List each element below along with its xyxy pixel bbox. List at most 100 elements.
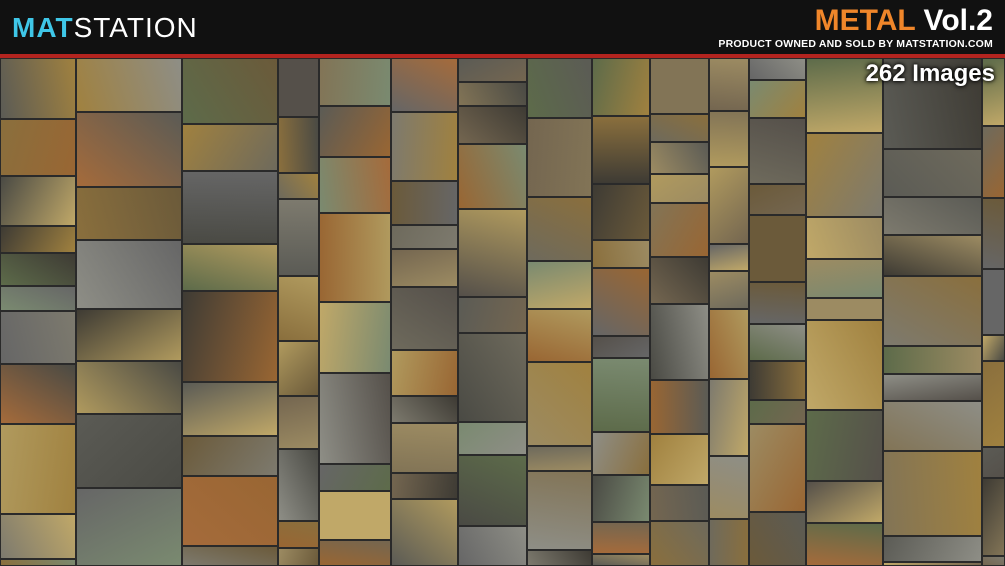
metal-texture-tile — [319, 373, 391, 464]
metal-texture-tile — [709, 111, 749, 167]
metal-texture-tile — [391, 396, 458, 423]
metal-texture-tile — [319, 302, 391, 373]
metal-texture-tile — [592, 184, 650, 240]
metal-texture-tile — [883, 401, 982, 451]
metal-texture-tile — [982, 269, 1005, 335]
metal-texture-tile — [182, 124, 278, 171]
metal-texture-tile — [527, 261, 592, 309]
metal-texture-tile — [391, 287, 458, 350]
metal-texture-tile — [278, 173, 319, 199]
metal-texture-tile — [182, 58, 278, 124]
metal-texture-tile — [182, 171, 278, 244]
metal-texture-tile — [650, 434, 709, 485]
metal-texture-tile — [182, 476, 278, 546]
metal-texture-tile — [650, 380, 709, 434]
metal-texture-tile — [182, 244, 278, 291]
metal-texture-tile — [0, 364, 76, 424]
metal-texture-tile — [650, 304, 709, 380]
title-volume: Vol.2 — [923, 4, 993, 37]
metal-texture-tile — [749, 512, 806, 566]
metal-texture-tile — [883, 374, 982, 401]
metal-texture-tile — [0, 311, 76, 364]
metal-texture-tile — [883, 149, 982, 197]
metal-texture-tile — [806, 217, 883, 259]
metal-texture-tile — [592, 268, 650, 336]
metal-texture-tile — [749, 424, 806, 512]
metal-texture-tile — [709, 167, 749, 244]
product-tagline: PRODUCT OWNED AND SOLD BY MATSTATION.COM — [718, 38, 993, 50]
metal-texture-tile — [458, 526, 527, 566]
metal-texture-tile — [883, 235, 982, 276]
metal-texture-tile — [749, 282, 806, 324]
metal-texture-tile — [709, 519, 749, 566]
metal-texture-tile — [458, 58, 527, 82]
metal-texture-tile — [883, 346, 982, 374]
product-title: METAL Vol.2 — [815, 4, 993, 38]
metal-texture-tile — [806, 298, 883, 320]
metal-texture-tile — [650, 114, 709, 142]
metal-texture-tile — [76, 112, 182, 187]
metal-texture-tile — [391, 225, 458, 249]
metal-texture-tile — [883, 197, 982, 235]
metal-texture-tile — [650, 257, 709, 304]
matstation-logo[interactable]: MATSTATION — [12, 12, 198, 44]
metal-texture-tile — [391, 181, 458, 225]
metal-texture-tile — [0, 226, 76, 253]
metal-texture-tile — [883, 562, 982, 566]
metal-texture-tile — [278, 396, 319, 449]
metal-texture-tile — [76, 309, 182, 361]
metal-texture-tile — [527, 197, 592, 261]
metal-texture-tile — [76, 488, 182, 566]
metal-texture-tile — [749, 215, 806, 282]
metal-texture-tile — [319, 491, 391, 540]
metal-texture-tile — [458, 106, 527, 144]
metal-texture-tile — [592, 58, 650, 116]
metal-texture-tile — [391, 473, 458, 499]
metal-texture-tile — [709, 379, 749, 456]
metal-texture-tile — [391, 350, 458, 396]
metal-texture-tile — [749, 400, 806, 424]
metal-texture-tile — [182, 436, 278, 476]
metal-texture-tile — [650, 174, 709, 203]
metal-texture-tile — [527, 309, 592, 362]
metal-texture-tile — [709, 271, 749, 309]
metal-texture-tile — [806, 481, 883, 523]
metal-texture-tile — [592, 522, 650, 554]
metal-texture-tile — [709, 58, 749, 111]
metal-texture-tile — [982, 447, 1005, 478]
metal-texture-tile — [0, 424, 76, 514]
metal-texture-tile — [650, 142, 709, 174]
metal-texture-tile — [0, 286, 76, 311]
metal-texture-tile — [592, 554, 650, 566]
logo-part-station: STATION — [73, 12, 198, 43]
metal-texture-tile — [982, 478, 1005, 556]
metal-texture-tile — [76, 187, 182, 240]
metal-texture-tile — [650, 521, 709, 566]
metal-texture-tile — [278, 276, 319, 341]
metal-texture-tile — [527, 58, 592, 118]
metal-texture-tile — [391, 58, 458, 112]
metal-texture-tile — [592, 116, 650, 184]
metal-texture-tile — [0, 253, 76, 286]
image-count-label: 262 Images — [865, 60, 995, 87]
metal-texture-tile — [319, 464, 391, 491]
metal-texture-tile — [883, 276, 982, 346]
metal-texture-tile — [0, 514, 76, 559]
metal-texture-tile — [527, 362, 592, 446]
metal-texture-tile — [709, 456, 749, 519]
metal-texture-tile — [527, 446, 592, 471]
metal-texture-tile — [458, 422, 527, 455]
metal-texture-tile — [278, 341, 319, 396]
metal-texture-tile — [391, 112, 458, 181]
metal-texture-tile — [319, 213, 391, 302]
metal-texture-tile — [182, 546, 278, 566]
metal-texture-tile — [806, 523, 883, 566]
metal-texture-tile — [278, 199, 319, 276]
metal-texture-tile — [982, 198, 1005, 269]
metal-texture-tile — [391, 249, 458, 287]
metal-texture-tile — [749, 184, 806, 215]
metal-texture-tile — [982, 556, 1005, 566]
metal-texture-tile — [458, 455, 527, 526]
metal-texture-tile — [0, 119, 76, 176]
metal-texture-tile — [0, 58, 76, 119]
